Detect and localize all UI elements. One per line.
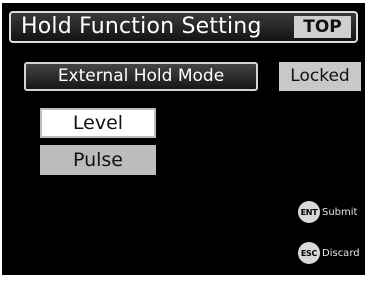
option-pulse[interactable]: Pulse	[40, 145, 156, 175]
esc-key-icon[interactable]: ESC	[298, 242, 320, 264]
submit-label: Submit	[322, 206, 358, 218]
discard-label: Discard	[322, 247, 360, 259]
top-button[interactable]: TOP	[294, 16, 351, 38]
submit-hint[interactable]: ENT Submit	[298, 201, 357, 223]
screen: Hold Function Setting TOP External Hold …	[2, 3, 365, 275]
discard-hint[interactable]: ESC Discard	[298, 242, 360, 264]
page-title: Hold Function Setting	[21, 14, 262, 39]
title-bar: Hold Function Setting TOP	[9, 11, 358, 43]
hold-mode-value: Locked	[279, 62, 361, 91]
option-level[interactable]: Level	[40, 108, 156, 138]
ent-key-icon[interactable]: ENT	[298, 201, 320, 223]
external-hold-mode-label: External Hold Mode	[24, 62, 258, 91]
